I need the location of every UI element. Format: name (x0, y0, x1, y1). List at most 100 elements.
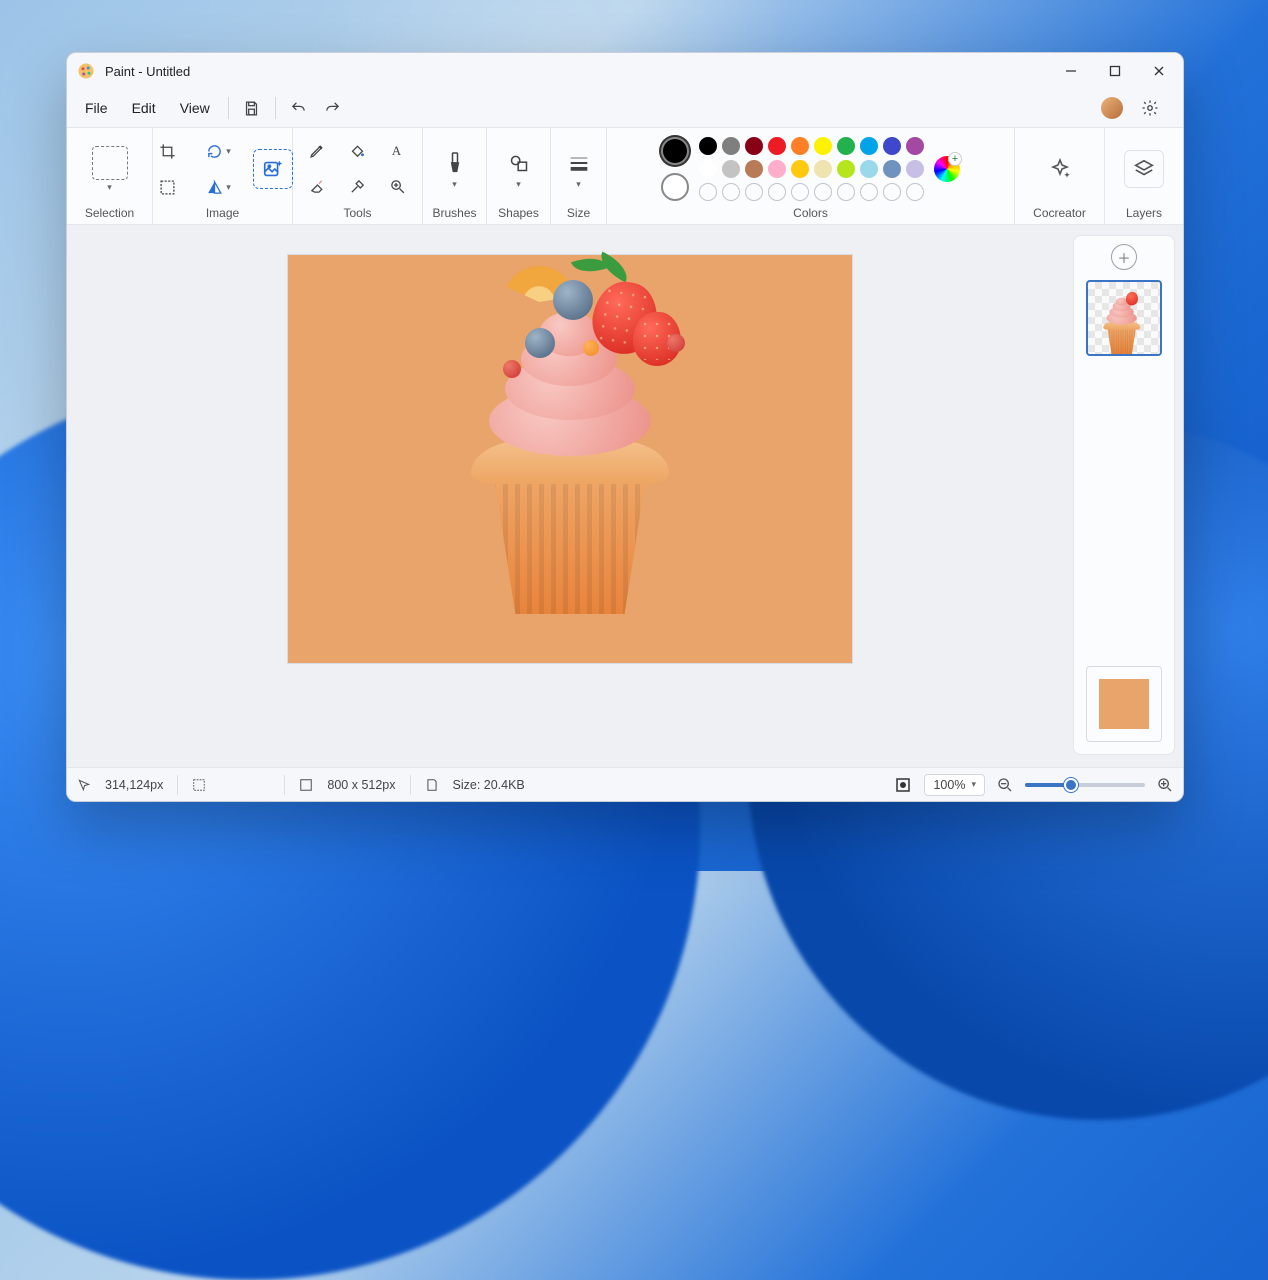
custom-color-slot[interactable] (699, 183, 717, 201)
resize-tool[interactable] (153, 173, 183, 201)
redo-button[interactable] (316, 93, 350, 123)
maximize-button[interactable] (1093, 55, 1137, 87)
selection-size-icon (192, 778, 206, 792)
color-swatch[interactable] (722, 137, 740, 155)
flip-tool[interactable]: ▾ (197, 173, 241, 201)
color-swatch[interactable] (768, 160, 786, 178)
settings-button[interactable] (1133, 93, 1167, 123)
minimize-button[interactable] (1049, 55, 1093, 87)
color-swatch[interactable] (814, 160, 832, 178)
custom-color-slot[interactable] (837, 183, 855, 201)
user-avatar[interactable] (1101, 97, 1123, 119)
color-picker-tool[interactable] (343, 172, 373, 200)
paint-window: Paint - Untitled File Edit View ▾ Select… (66, 52, 1184, 802)
chevron-down-icon[interactable]: ▾ (576, 179, 581, 190)
group-layers: Layers (1105, 128, 1183, 224)
bucket-icon (349, 142, 366, 159)
brushes-button[interactable] (440, 149, 470, 177)
color-swatch[interactable] (906, 160, 924, 178)
chevron-down-icon[interactable]: ▾ (452, 179, 457, 190)
color-swatch[interactable] (699, 137, 717, 155)
color-swatch[interactable] (906, 137, 924, 155)
canvas-image (455, 294, 685, 624)
layers-button[interactable] (1124, 150, 1164, 188)
custom-color-slot[interactable] (814, 183, 832, 201)
undo-button[interactable] (282, 93, 316, 123)
color-secondary[interactable] (661, 173, 689, 201)
remove-background-tool[interactable] (253, 149, 293, 189)
color-swatch[interactable] (837, 137, 855, 155)
custom-color-slot[interactable] (768, 183, 786, 201)
zoom-dropdown[interactable]: 100% ▾ (924, 774, 985, 796)
save-icon (243, 100, 260, 117)
canvas-area: ＋ (67, 225, 1183, 767)
color-swatch[interactable] (860, 137, 878, 155)
group-shapes: ▾ Shapes (487, 128, 551, 224)
custom-color-slot[interactable] (860, 183, 878, 201)
magnifier-tool[interactable] (383, 172, 413, 200)
menubar: File Edit View (67, 89, 1183, 127)
color-swatch[interactable] (722, 160, 740, 178)
color-primary[interactable] (661, 137, 689, 165)
group-label-image: Image (206, 204, 239, 220)
color-swatch[interactable] (791, 137, 809, 155)
add-layer-button[interactable]: ＋ (1111, 244, 1137, 270)
line-weight-icon (569, 154, 589, 172)
menu-view[interactable]: View (168, 94, 222, 122)
text-tool[interactable]: A (383, 136, 413, 164)
menu-edit[interactable]: Edit (120, 94, 168, 122)
custom-color-slot[interactable] (883, 183, 901, 201)
cursor-position: 314,124px (105, 778, 163, 792)
color-swatch[interactable] (699, 160, 717, 178)
gear-icon (1141, 99, 1159, 117)
size-button[interactable] (564, 149, 594, 177)
group-label-size: Size (567, 204, 590, 220)
group-label-colors: Colors (793, 204, 828, 220)
pencil-tool[interactable] (303, 136, 333, 164)
statusbar: 314,124px 800 x 512px Size: 20.4KB 100% … (67, 767, 1183, 801)
color-swatch[interactable] (883, 160, 901, 178)
custom-color-slot[interactable] (722, 183, 740, 201)
fill-tool[interactable] (343, 136, 373, 164)
selection-tool[interactable] (92, 146, 128, 180)
menu-file[interactable]: File (73, 94, 120, 122)
text-icon: A (389, 142, 406, 159)
color-swatch[interactable] (883, 137, 901, 155)
chevron-down-icon[interactable]: ▾ (107, 182, 112, 193)
layer-thumbnail-1[interactable] (1086, 280, 1162, 356)
group-size: ▾ Size (551, 128, 607, 224)
layer-thumbnail-background[interactable] (1086, 666, 1162, 742)
cocreator-button[interactable] (1040, 150, 1080, 188)
zoom-out-button[interactable] (997, 777, 1013, 793)
color-swatch[interactable] (745, 137, 763, 155)
save-button[interactable] (235, 93, 269, 123)
shapes-button[interactable] (504, 149, 534, 177)
crop-icon (159, 143, 176, 160)
group-label-layers: Layers (1126, 204, 1162, 220)
window-title: Paint - Untitled (105, 64, 190, 79)
svg-text:A: A (392, 143, 402, 157)
color-swatch[interactable] (860, 160, 878, 178)
canvas-dimensions: 800 x 512px (327, 778, 395, 792)
canvas[interactable] (288, 255, 852, 663)
crop-tool[interactable] (153, 137, 183, 165)
rotate-tool[interactable]: ▾ (197, 137, 241, 165)
color-swatch[interactable] (791, 160, 809, 178)
custom-color-slot[interactable] (906, 183, 924, 201)
fit-to-window-icon[interactable] (894, 776, 912, 794)
color-swatch[interactable] (745, 160, 763, 178)
redo-icon (324, 100, 341, 117)
color-swatch[interactable] (837, 160, 855, 178)
color-swatch[interactable] (768, 137, 786, 155)
custom-color-slot[interactable] (791, 183, 809, 201)
color-swatch[interactable] (814, 137, 832, 155)
eraser-tool[interactable] (303, 172, 333, 200)
zoom-slider[interactable] (1025, 783, 1145, 787)
resize-icon (159, 179, 176, 196)
zoom-in-button[interactable] (1157, 777, 1173, 793)
file-size: Size: 20.4KB (453, 778, 525, 792)
close-button[interactable] (1137, 55, 1181, 87)
chevron-down-icon[interactable]: ▾ (516, 179, 521, 190)
edit-colors-button[interactable] (934, 156, 960, 182)
custom-color-slot[interactable] (745, 183, 763, 201)
